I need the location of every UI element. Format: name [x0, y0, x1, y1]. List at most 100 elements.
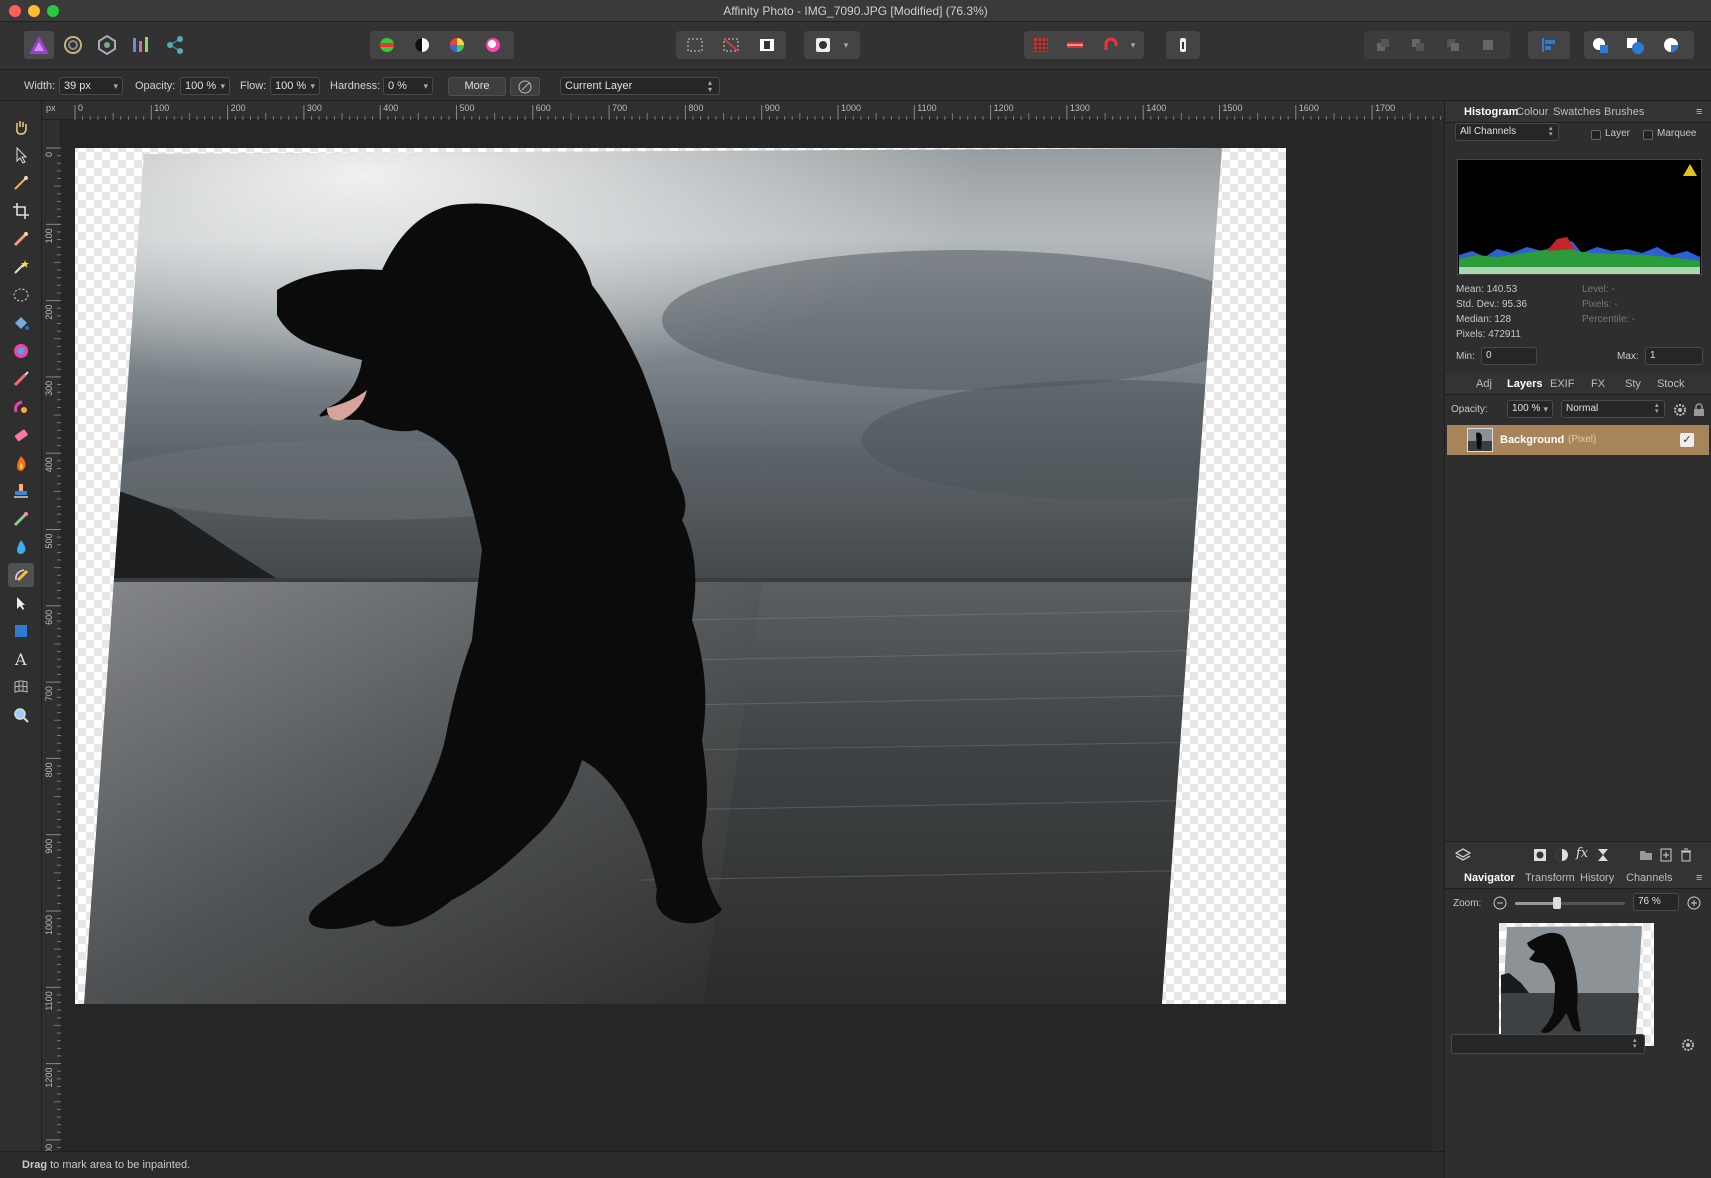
move-forward-one-button[interactable]	[1438, 31, 1468, 59]
dodge-brush-tool[interactable]	[8, 451, 34, 475]
navigator-view-select[interactable]	[1451, 1034, 1645, 1054]
max-field[interactable]: 1	[1645, 347, 1703, 365]
zoom-field[interactable]: 76 %	[1633, 893, 1679, 911]
channels-select[interactable]: All Channels	[1455, 123, 1559, 141]
zoom-out-icon[interactable]	[1493, 896, 1507, 910]
width-field[interactable]: 39 px	[59, 77, 123, 95]
node-tool[interactable]	[8, 591, 34, 615]
snapping-button[interactable]	[1096, 31, 1126, 59]
document-canvas[interactable]	[62, 120, 1432, 1151]
pressure-button[interactable]	[510, 77, 540, 96]
develop-persona-button[interactable]	[92, 31, 122, 59]
tab-navigator[interactable]: Navigator	[1464, 872, 1515, 884]
auto-levels-button[interactable]	[372, 31, 402, 59]
quick-mask-dropdown[interactable]: ▾	[836, 31, 856, 59]
opacity-field[interactable]: 100 %	[180, 77, 230, 95]
zoom-in-icon[interactable]	[1687, 896, 1701, 910]
text-tool[interactable]: A	[8, 647, 34, 671]
healing-brush-tool[interactable]	[8, 507, 34, 531]
clone-brush-tool[interactable]	[8, 479, 34, 503]
move-tool[interactable]	[8, 143, 34, 167]
min-field[interactable]: 0	[1481, 347, 1537, 365]
navigator-menu-icon[interactable]: ≡	[1696, 872, 1702, 884]
source-select[interactable]: Current Layer	[560, 77, 720, 95]
zoom-slider-thumb[interactable]	[1552, 897, 1561, 909]
mesh-warp-tool[interactable]	[8, 675, 34, 699]
tab-fx[interactable]: FX	[1591, 378, 1605, 390]
subtract-shape-button[interactable]	[1620, 31, 1650, 59]
navigator-settings-gear-icon[interactable]	[1681, 1038, 1695, 1052]
deselect-button[interactable]	[716, 31, 746, 59]
lock-icon[interactable]	[1693, 403, 1705, 417]
grid-button[interactable]	[1026, 31, 1056, 59]
blur-brush-tool[interactable]	[8, 535, 34, 559]
move-back-one-button[interactable]	[1403, 31, 1433, 59]
new-layer-icon[interactable]	[1659, 848, 1673, 862]
fx-icon[interactable]: fx	[1576, 846, 1588, 861]
inpainting-brush-tool[interactable]	[8, 563, 34, 587]
intersect-shape-button[interactable]	[1656, 31, 1686, 59]
flood-fill-tool[interactable]	[8, 311, 34, 335]
more-button[interactable]: More	[448, 77, 506, 96]
horizontal-ruler[interactable]: px 0 100 200 300 400 500 600 700 800 900 1000 1100 1…	[42, 101, 1444, 120]
auto-colours-button[interactable]	[442, 31, 472, 59]
close-window-button[interactable]	[9, 5, 21, 17]
tab-history[interactable]: History	[1580, 872, 1614, 884]
gear-icon[interactable]	[1673, 403, 1687, 417]
assistant-button[interactable]	[1168, 31, 1198, 59]
layer-row[interactable]: Background (Pixel) ✓	[1447, 425, 1709, 455]
folder-icon[interactable]	[1639, 848, 1653, 862]
layers-stack-icon[interactable]	[1455, 847, 1471, 863]
tab-styles[interactable]: Sty	[1625, 378, 1641, 390]
tab-stock[interactable]: Stock	[1657, 378, 1685, 390]
zoom-window-button[interactable]	[47, 5, 59, 17]
tab-brushes[interactable]: Brushes	[1604, 106, 1644, 118]
tone-mapping-persona-button[interactable]	[126, 31, 156, 59]
liquify-persona-button[interactable]	[58, 31, 88, 59]
marquee-tool[interactable]	[8, 283, 34, 307]
auto-contrast-button[interactable]	[407, 31, 437, 59]
crop-tool[interactable]	[8, 199, 34, 223]
photo-image[interactable]	[62, 120, 1432, 1151]
layer-opacity-field[interactable]: 100 %	[1507, 400, 1553, 418]
tab-layers[interactable]: Layers	[1507, 378, 1542, 390]
tab-transform[interactable]: Transform	[1525, 872, 1575, 884]
move-to-front-button[interactable]	[1473, 31, 1503, 59]
mask-icon[interactable]	[1533, 848, 1547, 862]
flow-field[interactable]: 100 %	[270, 77, 320, 95]
tab-exif[interactable]: EXIF	[1550, 378, 1574, 390]
invert-selection-button[interactable]	[752, 31, 782, 59]
hardness-field[interactable]: 0 %	[383, 77, 433, 95]
layer-visibility-checkbox[interactable]: ✓	[1680, 433, 1694, 447]
tab-swatches[interactable]: Swatches	[1553, 106, 1601, 118]
rectangle-tool[interactable]	[8, 619, 34, 643]
quick-mask-button[interactable]	[808, 31, 838, 59]
adjustment-icon[interactable]	[1555, 848, 1569, 862]
select-all-button[interactable]	[680, 31, 710, 59]
tab-histogram[interactable]: Histogram	[1464, 106, 1518, 118]
tab-adjustments[interactable]: Adj	[1476, 378, 1492, 390]
tab-colour[interactable]: Colour	[1516, 106, 1548, 118]
marquee-checkbox[interactable]	[1643, 130, 1653, 140]
selection-brush-tool[interactable]	[8, 227, 34, 251]
export-persona-button[interactable]	[160, 31, 190, 59]
zoom-slider[interactable]	[1515, 897, 1625, 909]
navigator-preview[interactable]	[1499, 923, 1654, 1046]
layer-checkbox[interactable]	[1591, 130, 1601, 140]
colour-picker-tool[interactable]	[8, 171, 34, 195]
flood-select-tool[interactable]	[8, 255, 34, 279]
move-to-back-button[interactable]	[1368, 31, 1398, 59]
colour-replacement-tool[interactable]	[8, 395, 34, 419]
live-filter-icon[interactable]	[1596, 848, 1610, 862]
add-shape-button[interactable]	[1586, 31, 1616, 59]
guides-button[interactable]	[1060, 31, 1090, 59]
trash-icon[interactable]	[1679, 848, 1693, 862]
snapping-dropdown[interactable]: ▾	[1124, 31, 1142, 59]
align-button[interactable]	[1534, 31, 1564, 59]
minimize-window-button[interactable]	[28, 5, 40, 17]
erase-brush-tool[interactable]	[8, 423, 34, 447]
photo-persona-button[interactable]	[24, 31, 54, 59]
paint-brush-tool[interactable]	[8, 367, 34, 391]
blend-mode-select[interactable]: Normal	[1561, 400, 1665, 418]
gradient-tool[interactable]	[8, 339, 34, 363]
